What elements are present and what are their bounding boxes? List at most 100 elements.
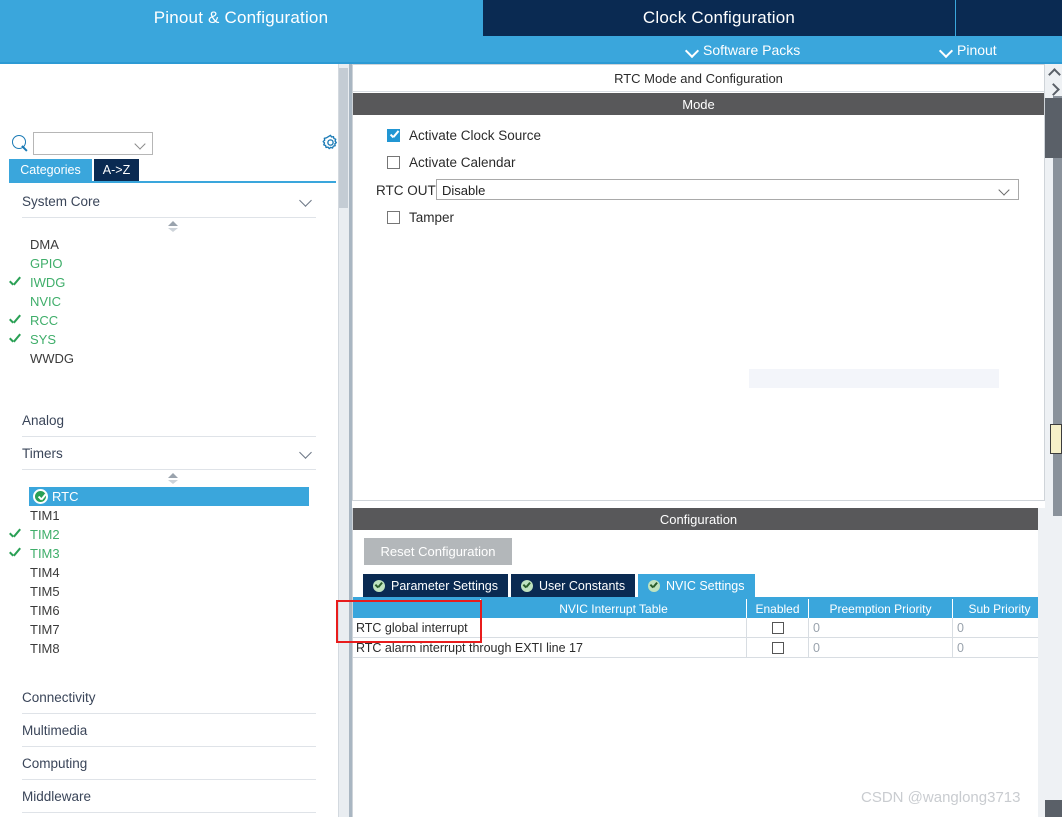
row-preemption-priority[interactable]: 0 (809, 618, 953, 638)
group-analog[interactable]: Analog (22, 404, 316, 437)
table-row[interactable]: RTC alarm interrupt through EXTI line 17… (353, 638, 1046, 658)
group-computing[interactable]: Computing (22, 747, 316, 780)
row-interrupt-name-label: RTC global interrupt (356, 621, 468, 635)
tree-item-iwdg[interactable]: IWDG (0, 273, 338, 292)
tree-item-nvic[interactable]: NVIC (0, 292, 338, 311)
tree-item-tim5[interactable]: TIM5 (0, 582, 338, 601)
chevron-down-icon (301, 448, 312, 459)
column-header-preemption-priority-label: Preemption Priority (829, 601, 932, 616)
group-computing-label: Computing (22, 755, 88, 771)
tree-item-tim3[interactable]: TIM3 (0, 544, 338, 563)
tree-item-label: SYS (30, 332, 57, 347)
configuration-scrollbar[interactable] (1038, 508, 1045, 817)
check-circle-icon (33, 489, 48, 504)
menu-software-packs-label: Software Packs (703, 42, 801, 58)
tab-clock-configuration[interactable]: Clock Configuration (483, 0, 955, 36)
watermark-text: CSDN @wanglong3713 (861, 789, 1021, 806)
mode-section-header: Mode (353, 93, 1044, 115)
triangle-up-icon (168, 221, 178, 226)
tab-nvic-settings[interactable]: NVIC Settings (638, 574, 755, 597)
tab-a-to-z[interactable]: A->Z (94, 159, 139, 181)
gear-icon[interactable] (322, 134, 339, 151)
group-timers[interactable]: Timers (22, 437, 316, 470)
tamper-row[interactable]: Tamper (387, 210, 454, 225)
scroll-hint-timers[interactable] (0, 470, 338, 487)
tamper-checkbox[interactable] (387, 211, 400, 224)
row-enabled-checkbox[interactable] (771, 622, 784, 634)
tree-item-dma[interactable]: DMA (0, 235, 338, 254)
group-connectivity[interactable]: Connectivity (22, 681, 316, 714)
tree-item-label: TIM7 (30, 622, 60, 637)
group-system-core-label: System Core (22, 193, 101, 209)
tree-item-label: RCC (30, 313, 59, 328)
tree-item-label: TIM6 (30, 603, 60, 618)
tab-clock-configuration-label: Clock Configuration (642, 8, 796, 27)
tree-item-gpio[interactable]: GPIO (0, 254, 338, 273)
row-enabled-cell[interactable] (747, 618, 809, 638)
scroll-down-arrow-icon[interactable] (1047, 83, 1060, 96)
tree-item-tim2[interactable]: TIM2 (0, 525, 338, 544)
scroll-hint-system-core[interactable] (0, 218, 338, 235)
tree-item-sys[interactable]: SYS (0, 330, 338, 349)
tree-item-label: TIM3 (30, 546, 60, 561)
menu-software-packs[interactable]: Software Packs (686, 36, 800, 64)
column-header-preemption-priority[interactable]: Preemption Priority (809, 599, 953, 618)
main-scrollbar-thumb[interactable] (1045, 98, 1062, 158)
activate-clock-source-row[interactable]: Activate Clock Source (387, 128, 541, 143)
chevron-down-icon (940, 45, 951, 56)
column-header-sub-priority[interactable]: Sub Priority (953, 599, 1046, 618)
tree-item-tim8[interactable]: TIM8 (0, 639, 338, 658)
row-preemption-priority-value: 0 (813, 621, 820, 635)
activate-calendar-row[interactable]: Activate Calendar (387, 155, 516, 170)
column-header-interrupt-table[interactable]: NVIC Interrupt Table (481, 599, 747, 618)
check-circle-icon (373, 579, 385, 592)
row-sub-priority[interactable]: 0 (953, 618, 1046, 638)
tab-categories[interactable]: Categories (9, 159, 92, 181)
activate-clock-source-checkbox[interactable] (387, 129, 400, 142)
group-multimedia[interactable]: Multimedia (22, 714, 316, 747)
chevron-down-icon (1000, 186, 1010, 196)
row-enabled-cell[interactable] (747, 638, 809, 658)
tree-item-label: TIM4 (30, 565, 60, 580)
search-input[interactable] (33, 132, 153, 155)
nvic-interrupt-table: NVIC Interrupt Table Enabled Preemption … (353, 599, 1046, 817)
tree-item-tim6[interactable]: TIM6 (0, 601, 338, 620)
tree-item-label: DMA (30, 237, 59, 252)
rtc-out-select[interactable]: Disable (436, 179, 1019, 200)
group-analog-label: Analog (22, 412, 65, 428)
tree-item-rtc[interactable]: RTC (29, 487, 309, 506)
reset-configuration-label: Reset Configuration (380, 544, 496, 559)
triangle-down-icon (168, 228, 178, 232)
sidebar-tabs-underline (9, 181, 336, 183)
scroll-up-arrow-icon[interactable] (1047, 66, 1060, 79)
activate-calendar-checkbox[interactable] (387, 156, 400, 169)
tree-item-wwdg[interactable]: WWDG (0, 349, 338, 368)
row-preemption-priority[interactable]: 0 (809, 638, 953, 658)
column-header-interrupt-table-label: NVIC Interrupt Table (559, 601, 668, 616)
sidebar-scrollbar-thumb[interactable] (339, 68, 348, 208)
triangle-up-icon (168, 473, 178, 478)
group-middleware[interactable]: Middleware (22, 780, 316, 813)
column-header-enabled[interactable]: Enabled (747, 599, 809, 618)
menu-pinout[interactable]: Pinout (940, 36, 997, 64)
tree-item-tim4[interactable]: TIM4 (0, 563, 338, 582)
row-enabled-checkbox[interactable] (771, 642, 784, 654)
tree-item-label: TIM5 (30, 584, 60, 599)
row-sub-priority[interactable]: 0 (953, 638, 1046, 658)
tab-parameter-settings[interactable]: Parameter Settings (363, 574, 508, 597)
column-header-blank[interactable] (353, 599, 481, 618)
table-row[interactable]: RTC global interrupt 0 0 (353, 618, 1046, 638)
tab-pinout-configuration[interactable]: Pinout & Configuration (0, 0, 482, 36)
tree-item-rcc[interactable]: RCC (0, 311, 338, 330)
search-icon (12, 135, 29, 152)
tab-extra[interactable] (956, 0, 1062, 36)
reset-configuration-button[interactable]: Reset Configuration (364, 538, 512, 565)
tree-item-label: IWDG (30, 275, 66, 290)
tab-user-constants[interactable]: User Constants (511, 574, 636, 597)
configuration-panel: Configuration Reset Configuration Parame… (352, 508, 1046, 817)
background-watermark (749, 369, 999, 388)
tree-item-tim1[interactable]: TIM1 (0, 506, 338, 525)
tab-parameter-settings-label: Parameter Settings (391, 578, 498, 593)
tree-item-tim7[interactable]: TIM7 (0, 620, 338, 639)
group-system-core[interactable]: System Core (22, 185, 316, 218)
